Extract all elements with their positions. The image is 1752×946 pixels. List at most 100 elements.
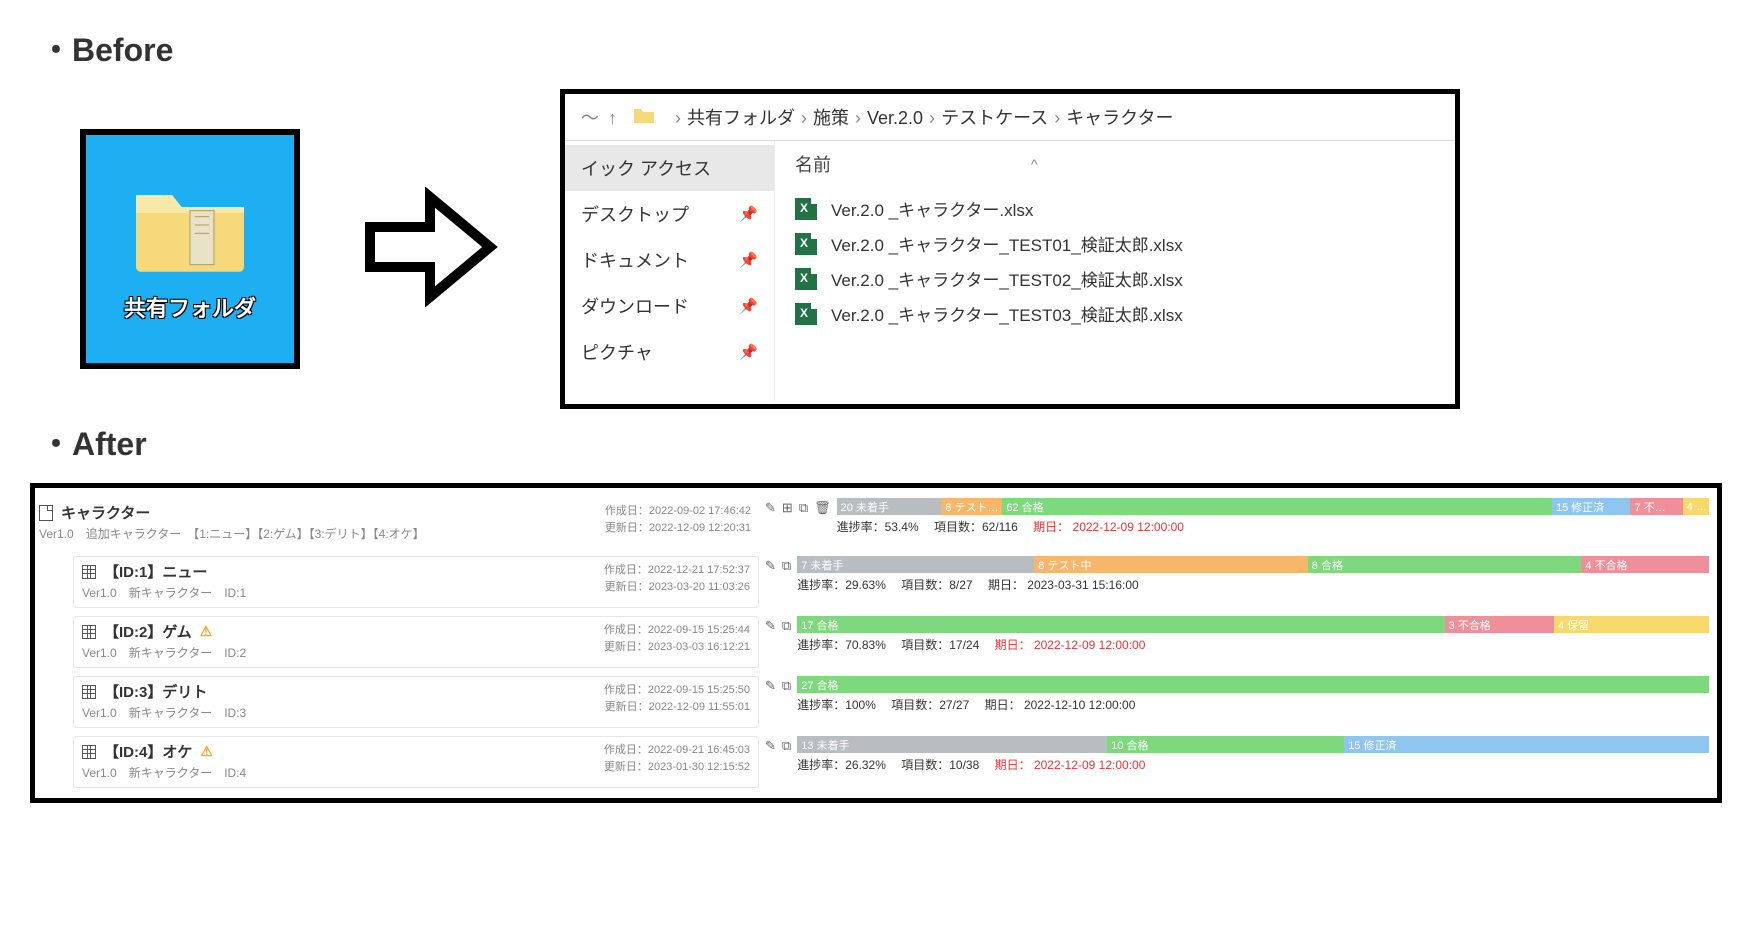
child-due: 期日： 2022-12-09 12:00:00 [995,758,1146,772]
child-row: 【ID:2】ゲム ⚠ Ver1.0 新キャラクター ID:2 作成日：2022-… [71,612,1711,672]
child-updated: 更新日：2022-12-09 11:55:01 [605,698,750,714]
parent-progress: 進捗率：53.4% [837,520,919,534]
sort-caret-icon[interactable]: ^ [1031,156,1038,172]
child-actions: ✎ ⧉ [765,676,791,694]
folder-icon [130,175,250,279]
breadcrumb-item[interactable]: キャラクター [1066,108,1173,128]
parent-due: 期日： 2022-12-09 12:00:00 [1033,520,1184,534]
grid-icon [82,625,96,639]
breadcrumb-item[interactable]: 共有フォルダ [687,108,795,128]
edit-icon[interactable]: ✎ [765,738,776,754]
breadcrumb-item[interactable]: テストケース [941,108,1048,128]
file-explorer-window: ～ ↑ ›共有フォルダ›施策›Ver.2.0›テストケース›キャラクター イック… [560,89,1460,409]
copy-icon[interactable]: ⧉ [782,678,791,694]
bar-segment: 13 未着手 [797,736,1107,753]
parent-progress-bar: 20 未着手8 テスト…62 合格15 修正済7 不…4 … [837,498,1709,515]
explorer-toolbar: ～ ↑ ›共有フォルダ›施策›Ver.2.0›テストケース›キャラクター [565,94,1455,141]
sidebar-item[interactable]: ピクチャ📌 [565,329,774,375]
after-heading: ・After [40,419,1722,465]
child-actions: ✎ ⧉ [765,616,791,634]
copy-icon[interactable]: ⧉ [799,500,808,516]
file-row[interactable]: Ver.2.0 _キャラクター_TEST03_検証太郎.xlsx [795,296,1435,331]
sidebar-quick-access[interactable]: イック アクセス [565,145,774,191]
child-progress-bar: 17 合格3 不合格4 保留 [797,616,1709,633]
child-progress: 進捗率：26.32% [797,758,886,772]
bar-segment: 8 テスト… [941,498,1002,515]
explorer-sidebar: イック アクセス デスクトップ📌ドキュメント📌ダウンロード📌ピクチャ📌 [565,141,775,401]
bar-segment: 8 テスト中 [1034,556,1308,573]
child-progress: 進捗率：29.63% [797,578,886,592]
bar-segment: 7 未着手 [797,556,1034,573]
child-created: 作成日：2022-09-15 15:25:44 [604,621,750,637]
bar-segment: 4 不合格 [1581,556,1709,573]
child-progress-bar: 13 未着手10 合格15 修正済 [797,736,1709,753]
child-subtitle: Ver1.0 新キャラクター ID:2 [82,644,604,661]
child-items: 項目数：27/27 [891,698,969,712]
copy-icon[interactable]: ⧉ [782,738,791,754]
copy-icon[interactable]: ⧉ [782,618,791,634]
child-subtitle: Ver1.0 新キャラクター ID:4 [82,764,604,781]
child-progress: 進捗率：100% [797,698,876,712]
arrow-icon [360,187,500,311]
file-row[interactable]: Ver.2.0 _キャラクター_TEST01_検証太郎.xlsx [795,226,1435,261]
xlsx-icon [795,198,817,220]
child-due: 期日： 2022-12-10 12:00:00 [985,698,1136,712]
child-actions: ✎ ⧉ [765,736,791,754]
bar-segment: 4 保留 [1554,616,1709,633]
file-row[interactable]: Ver.2.0 _キャラクター.xlsx [795,191,1435,226]
folder-label: 共有フォルダ [124,291,256,323]
copy-icon[interactable]: ⧉ [782,558,791,574]
warning-icon: ⚠ [200,623,213,640]
col-name-header[interactable]: 名前 [795,151,831,177]
parent-title[interactable]: キャラクター [61,502,150,523]
breadcrumb-item[interactable]: 施策 [813,108,849,128]
child-due: 期日： 2023-03-31 15:16:00 [988,578,1139,592]
bar-segment: 10 合格 [1107,736,1344,753]
parent-updated: 更新日：2022-12-09 12:20:31 [605,519,751,535]
child-title[interactable]: 【ID:3】デリト [104,681,207,702]
bar-segment: 62 合格 [1002,498,1552,515]
sidebar-item[interactable]: デスクトップ📌 [565,191,774,237]
bar-segment: 15 修正済 [1552,498,1631,515]
add-icon[interactable]: ⊞ [782,500,793,516]
explorer-main: 名前 ^ Ver.2.0 _キャラクター.xlsxVer.2.0 _キャラクター… [775,141,1455,401]
child-items: 項目数：8/27 [901,578,972,592]
child-subtitle: Ver1.0 新キャラクター ID:1 [82,584,604,601]
child-subtitle: Ver1.0 新キャラクター ID:3 [82,704,604,721]
edit-icon[interactable]: ✎ [765,558,776,574]
child-updated: 更新日：2023-03-20 11:03:26 [605,578,750,594]
child-items: 項目数：17/24 [901,638,979,652]
edit-icon[interactable]: ✎ [765,500,776,516]
child-updated: 更新日：2023-03-03 16:12:21 [604,638,750,654]
child-created: 作成日：2022-12-21 17:52:37 [604,561,750,577]
child-progress-bar: 7 未着手8 テスト中8 合格4 不合格 [797,556,1709,573]
shared-folder-tile[interactable]: 共有フォルダ [80,129,300,369]
pin-icon: 📌 [739,343,758,361]
grid-icon [82,565,96,579]
sidebar-item[interactable]: ダウンロード📌 [565,283,774,329]
grid-icon [82,685,96,699]
nav-symbols[interactable]: ～ ↑ [581,104,619,130]
child-row: 【ID:1】ニュー Ver1.0 新キャラクター ID:1 作成日：2022-1… [71,552,1711,612]
pin-icon: 📌 [739,205,758,223]
breadcrumb-item[interactable]: Ver.2.0 [867,108,923,128]
child-title[interactable]: 【ID:1】ニュー [104,561,207,582]
sidebar-item[interactable]: ドキュメント📌 [565,237,774,283]
edit-icon[interactable]: ✎ [765,678,776,694]
edit-icon[interactable]: ✎ [765,618,776,634]
pin-icon: 📌 [739,297,758,315]
child-due: 期日： 2022-12-09 12:00:00 [995,638,1146,652]
pin-icon: 📌 [739,251,758,269]
file-row[interactable]: Ver.2.0 _キャラクター_TEST02_検証太郎.xlsx [795,261,1435,296]
breadcrumb[interactable]: ›共有フォルダ›施策›Ver.2.0›テストケース›キャラクター [669,104,1173,130]
child-title[interactable]: 【ID:2】ゲム [104,621,192,642]
child-items: 項目数：10/38 [901,758,979,772]
delete-icon[interactable]: 🗑 [814,500,831,516]
child-row: 【ID:3】デリト Ver1.0 新キャラクター ID:3 作成日：2022-0… [71,672,1711,732]
after-panel: キャラクター Ver1.0 追加キャラクター 【1:ニュー】【2:ゲム】【3:デ… [30,483,1722,803]
child-title[interactable]: 【ID:4】オケ [104,741,192,762]
folder-small-icon [633,106,655,129]
child-updated: 更新日：2023-01-30 12:15:52 [604,758,750,774]
xlsx-icon [795,268,817,290]
child-created: 作成日：2022-09-15 15:25:50 [604,681,750,697]
